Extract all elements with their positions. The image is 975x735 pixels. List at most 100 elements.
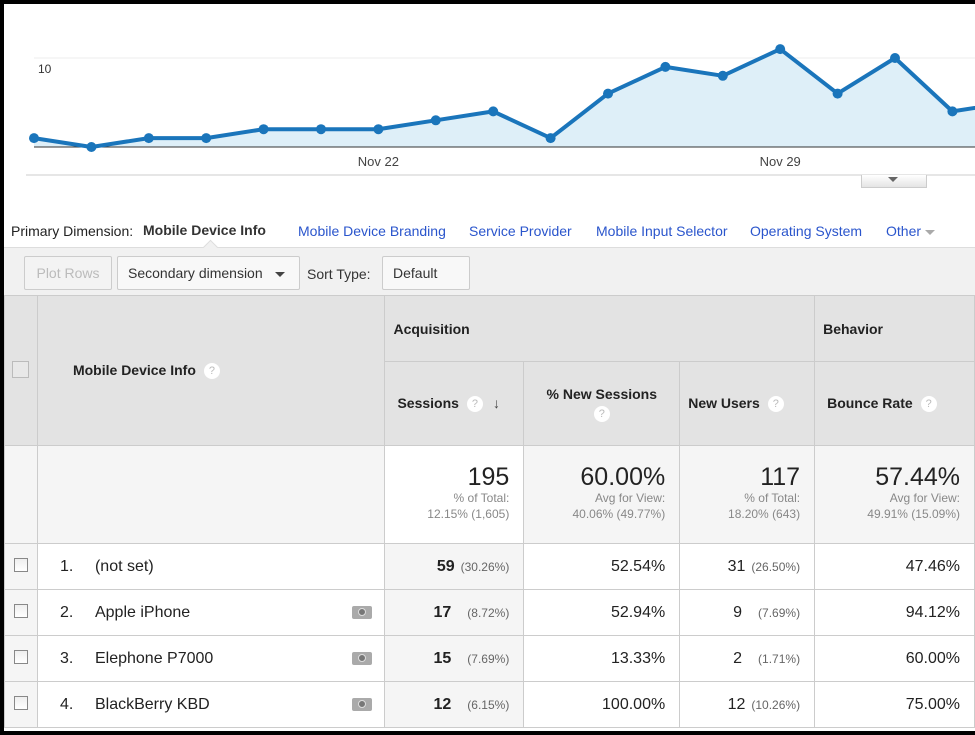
device-name[interactable]: Apple iPhone bbox=[95, 604, 190, 621]
camera-icon[interactable] bbox=[352, 606, 373, 619]
totals-row: 195% of Total: 12.15% (1,605) 60.00% Avg f… bbox=[4, 445, 975, 544]
new-sessions-cell: 13.33% bbox=[523, 635, 681, 682]
total-caption: % of Total: bbox=[453, 491, 510, 505]
row-checkbox[interactable] bbox=[13, 650, 28, 664]
data-point bbox=[660, 61, 671, 72]
device-name-cell: 3. Elephone P7000 bbox=[36, 635, 386, 682]
dimension-link-other[interactable]: Other bbox=[886, 223, 936, 239]
row-index: 3. bbox=[59, 649, 74, 667]
data-point bbox=[316, 124, 326, 135]
data-point bbox=[143, 133, 154, 144]
chart-collapse-toggle[interactable] bbox=[861, 175, 927, 188]
sort-type-value: Default bbox=[393, 265, 438, 281]
dimension-selected[interactable]: Mobile Device Info bbox=[143, 222, 266, 238]
dimension-link-input-selector[interactable]: Mobile Input Selector bbox=[596, 223, 728, 239]
data-point bbox=[258, 124, 269, 135]
total-detail: 12.15% (1,605) bbox=[427, 507, 510, 521]
data-point bbox=[832, 88, 843, 99]
new-users-header-label: New Users bbox=[688, 394, 760, 411]
secondary-dimension-dropdown[interactable]: Secondary dimension bbox=[117, 256, 300, 290]
device-name-cell: 2. Apple iPhone bbox=[36, 589, 386, 636]
camera-icon[interactable] bbox=[352, 652, 373, 665]
sessions-cell: 12 (6.15%) bbox=[384, 681, 525, 728]
select-all-checkbox[interactable] bbox=[12, 360, 30, 378]
sessions-value: 59 bbox=[436, 557, 455, 575]
bounce-rate-cell: 60.00% bbox=[814, 635, 975, 682]
group-header-acquisition: Acquisition bbox=[384, 295, 816, 362]
data-point bbox=[717, 70, 728, 81]
chevron-down-icon bbox=[925, 229, 936, 235]
new-users-value: 31 bbox=[727, 557, 746, 575]
new-users-cell: 2 (1.71%) bbox=[679, 635, 816, 682]
dimension-link-branding[interactable]: Mobile Device Branding bbox=[298, 223, 446, 239]
column-header-new-users[interactable]: New Users? bbox=[679, 361, 816, 446]
sessions-header-label: Sessions bbox=[397, 394, 459, 411]
device-name[interactable]: Elephone P7000 bbox=[95, 650, 213, 667]
row-index: 1. bbox=[59, 557, 74, 575]
new-sessions-header-label: % New Sessions bbox=[546, 385, 658, 402]
column-header-bounce-rate[interactable]: Bounce Rate? bbox=[814, 361, 975, 446]
bounce-rate-cell: 94.12% bbox=[814, 589, 975, 636]
group-header-behavior: Behavior bbox=[814, 295, 975, 362]
totals-label-cell bbox=[36, 445, 386, 544]
row-checkbox[interactable] bbox=[13, 696, 28, 710]
table-row: 1. (not set) 59 (30.26%) 52.54% 31 (26.50%)… bbox=[4, 543, 975, 590]
camera-icon[interactable] bbox=[352, 698, 373, 711]
total-value: 117 bbox=[760, 463, 801, 491]
help-icon[interactable]: ? bbox=[767, 396, 784, 413]
row-checkbox[interactable] bbox=[13, 604, 28, 618]
bounce-rate-header-label: Bounce Rate bbox=[827, 394, 913, 411]
sessions-value: 17 bbox=[433, 603, 452, 621]
dimension-link-service-provider[interactable]: Service Provider bbox=[469, 223, 572, 239]
dimension-link-operating-system[interactable]: Operating System bbox=[750, 223, 862, 239]
sort-type-label: Sort Type: bbox=[307, 266, 371, 282]
new-sessions-cell: 100.00% bbox=[523, 681, 681, 728]
bounce-rate-cell: 75.00% bbox=[814, 681, 975, 728]
device-name[interactable]: BlackBerry KBD bbox=[95, 696, 210, 713]
help-icon[interactable]: ? bbox=[466, 396, 483, 413]
sessions-percent: (7.69%) bbox=[467, 651, 510, 666]
new-users-percent: (7.69%) bbox=[758, 605, 801, 620]
new-users-value: 12 bbox=[727, 695, 746, 713]
data-point bbox=[86, 142, 97, 152]
row-checkbox[interactable] bbox=[13, 558, 28, 572]
data-point bbox=[29, 133, 39, 144]
sort-type-dropdown[interactable]: Default bbox=[382, 256, 470, 309]
row-check-cell bbox=[4, 589, 38, 636]
dimension-header: Mobile Device Info? bbox=[36, 295, 386, 446]
help-icon[interactable]: ? bbox=[593, 405, 610, 422]
data-point bbox=[373, 124, 384, 135]
total-value: 57.44% bbox=[875, 463, 960, 491]
data-point bbox=[545, 133, 556, 144]
total-caption: % of Total: bbox=[744, 491, 801, 505]
row-check-cell bbox=[4, 635, 38, 682]
help-icon[interactable]: ? bbox=[920, 396, 937, 413]
new-users-cell: 12 (10.26%) bbox=[679, 681, 816, 728]
sessions-value: 12 bbox=[433, 695, 452, 713]
x-tick-label: Nov 29 bbox=[759, 154, 801, 169]
total-bounce-rate: 57.44% Avg for View: 49.91% (15.09%) bbox=[814, 445, 975, 544]
data-point bbox=[488, 106, 499, 117]
column-header-sessions[interactable]: Sessions? ↓ bbox=[384, 361, 525, 446]
sessions-percent: (6.15%) bbox=[467, 697, 510, 712]
help-icon[interactable]: ? bbox=[203, 363, 220, 380]
chevron-down-icon bbox=[888, 177, 898, 182]
sessions-percent: (8.72%) bbox=[467, 605, 510, 620]
analytics-report: 10 Nov 22 Nov 29 Primary Dimension: Mobi… bbox=[4, 4, 975, 731]
device-name-cell: 4. BlackBerry KBD bbox=[36, 681, 386, 728]
totals-check-cell bbox=[4, 445, 38, 544]
sessions-value: 15 bbox=[433, 649, 452, 667]
other-label: Other bbox=[886, 223, 922, 239]
total-new-sessions: 60.00% Avg for View: 40.06% (49.77%) bbox=[523, 445, 681, 544]
total-value: 60.00% bbox=[580, 463, 666, 491]
data-point bbox=[430, 115, 441, 126]
total-detail: 18.20% (643) bbox=[728, 507, 801, 521]
new-users-percent: (10.26%) bbox=[751, 697, 801, 712]
device-name[interactable]: (not set) bbox=[95, 558, 154, 575]
column-header-new-sessions[interactable]: % New Sessions? bbox=[523, 361, 681, 446]
new-sessions-cell: 52.54% bbox=[523, 543, 681, 590]
data-point bbox=[947, 106, 958, 117]
plot-rows-button[interactable]: Plot Rows bbox=[24, 256, 112, 290]
sessions-cell: 17 (8.72%) bbox=[384, 589, 525, 636]
row-check-cell bbox=[4, 681, 38, 728]
